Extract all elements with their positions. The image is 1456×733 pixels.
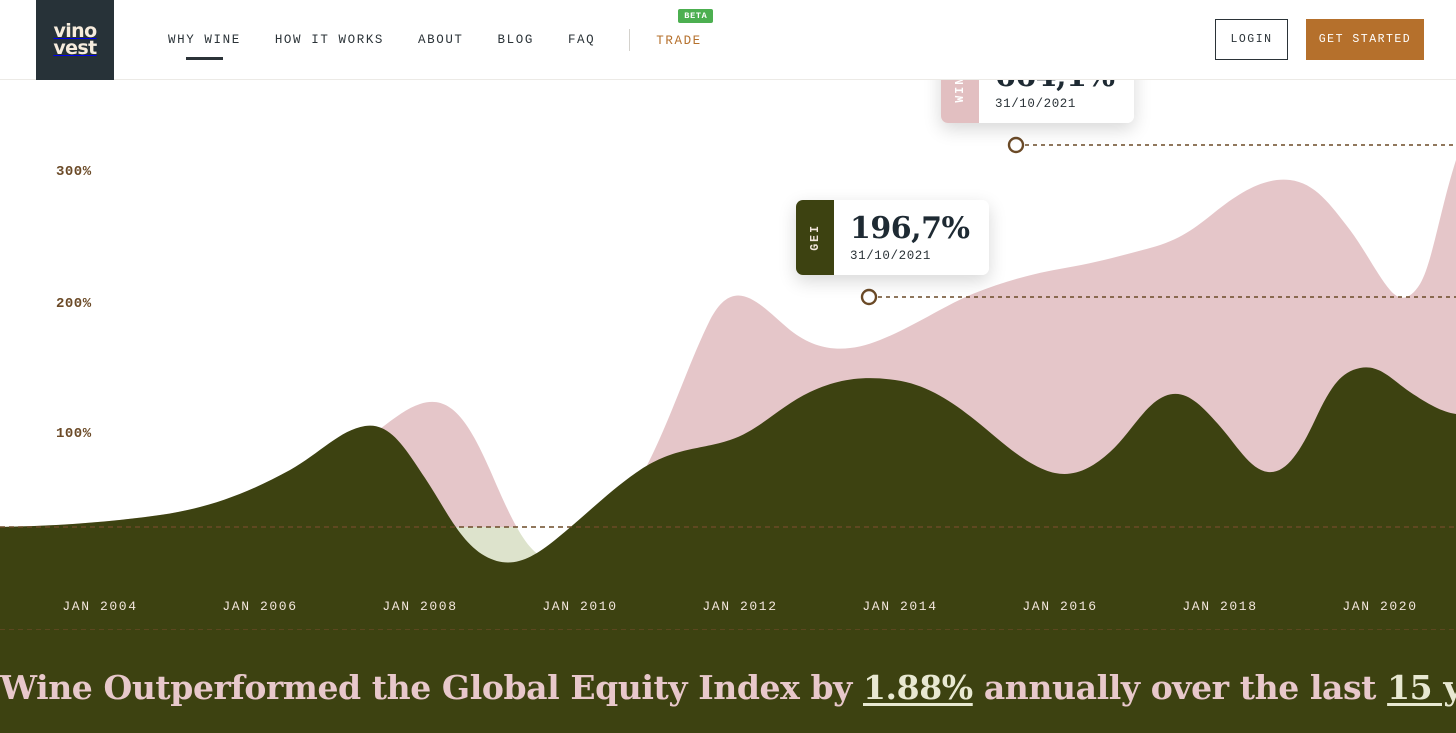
x-axis-label-8: JAN 2020 — [1342, 599, 1418, 614]
headline-part-2: annually over the last — [972, 668, 1388, 707]
nav-actions: LOGIN GET STARTED — [1215, 19, 1424, 60]
y-axis-label-200: 200% — [56, 296, 92, 312]
x-axis-label-1: JAN 2006 — [222, 599, 298, 614]
gei-marker[interactable] — [860, 288, 878, 306]
gei-tooltip-body: 196,7% 31/10/2021 — [834, 200, 990, 275]
x-axis-label-7: JAN 2018 — [1182, 599, 1258, 614]
headline: Wine Outperformed the Global Equity Inde… — [0, 668, 1456, 707]
gei-tooltip-arrow — [858, 273, 880, 286]
nav-trade-wrapper: BETA TRADE — [656, 8, 714, 49]
x-axis-label-5: JAN 2014 — [862, 599, 938, 614]
x-axis-label-3: JAN 2010 — [542, 599, 618, 614]
y-axis-label-300: 300% — [56, 164, 92, 180]
wine-tooltip-date: 31/10/2021 — [995, 96, 1077, 111]
nav-divider — [629, 28, 631, 51]
nav-item-why-wine[interactable]: WHY WINE — [168, 27, 241, 60]
primary-nav: WHY WINE HOW IT WORKS ABOUT BLOG FAQ BET… — [168, 0, 714, 80]
top-navigation-bar: vino vest WHY WINE HOW IT WORKS ABOUT BL… — [0, 0, 1456, 80]
headline-part-1: Wine Outperformed the Global Equity Inde… — [0, 668, 863, 707]
nav-item-how-it-works[interactable]: HOW IT WORKS — [275, 27, 384, 53]
wine-tooltip-arrow — [1005, 121, 1027, 134]
gei-tooltip-value: 196,7% — [850, 211, 970, 246]
get-started-button[interactable]: GET STARTED — [1306, 19, 1424, 60]
beta-badge: BETA — [678, 8, 714, 23]
nav-item-trade[interactable]: TRADE — [656, 34, 702, 48]
wine-marker[interactable] — [1007, 136, 1025, 154]
headline-highlight-percent: 1.88% — [863, 668, 973, 707]
headline-highlight-years: 15 years. — [1387, 668, 1456, 707]
y-axis-label-100: 100% — [56, 426, 92, 442]
x-axis-label-6: JAN 2016 — [1022, 599, 1098, 614]
x-axis-label-2: JAN 2008 — [382, 599, 458, 614]
chart-canvas — [0, 136, 1456, 733]
gei-tooltip: GEI 196,7% 31/10/2021 — [796, 200, 990, 275]
gei-tooltip-tab: GEI — [796, 200, 834, 275]
nav-item-blog[interactable]: BLOG — [498, 27, 534, 53]
gei-tooltip-series-label: GEI — [808, 223, 822, 251]
performance-chart: 300% 200% 100% JAN 2004 JAN 2006 JAN 200… — [0, 0, 1456, 733]
login-button[interactable]: LOGIN — [1215, 19, 1288, 60]
nav-item-about[interactable]: ABOUT — [418, 27, 464, 53]
x-axis-label-4: JAN 2012 — [702, 599, 778, 614]
x-axis-label-0: JAN 2004 — [62, 599, 138, 614]
gei-tooltip-date: 31/10/2021 — [850, 248, 932, 263]
vinovest-logo[interactable]: vino vest — [36, 0, 114, 80]
nav-item-faq[interactable]: FAQ — [568, 27, 595, 53]
logo-line-2: vest — [53, 36, 97, 59]
